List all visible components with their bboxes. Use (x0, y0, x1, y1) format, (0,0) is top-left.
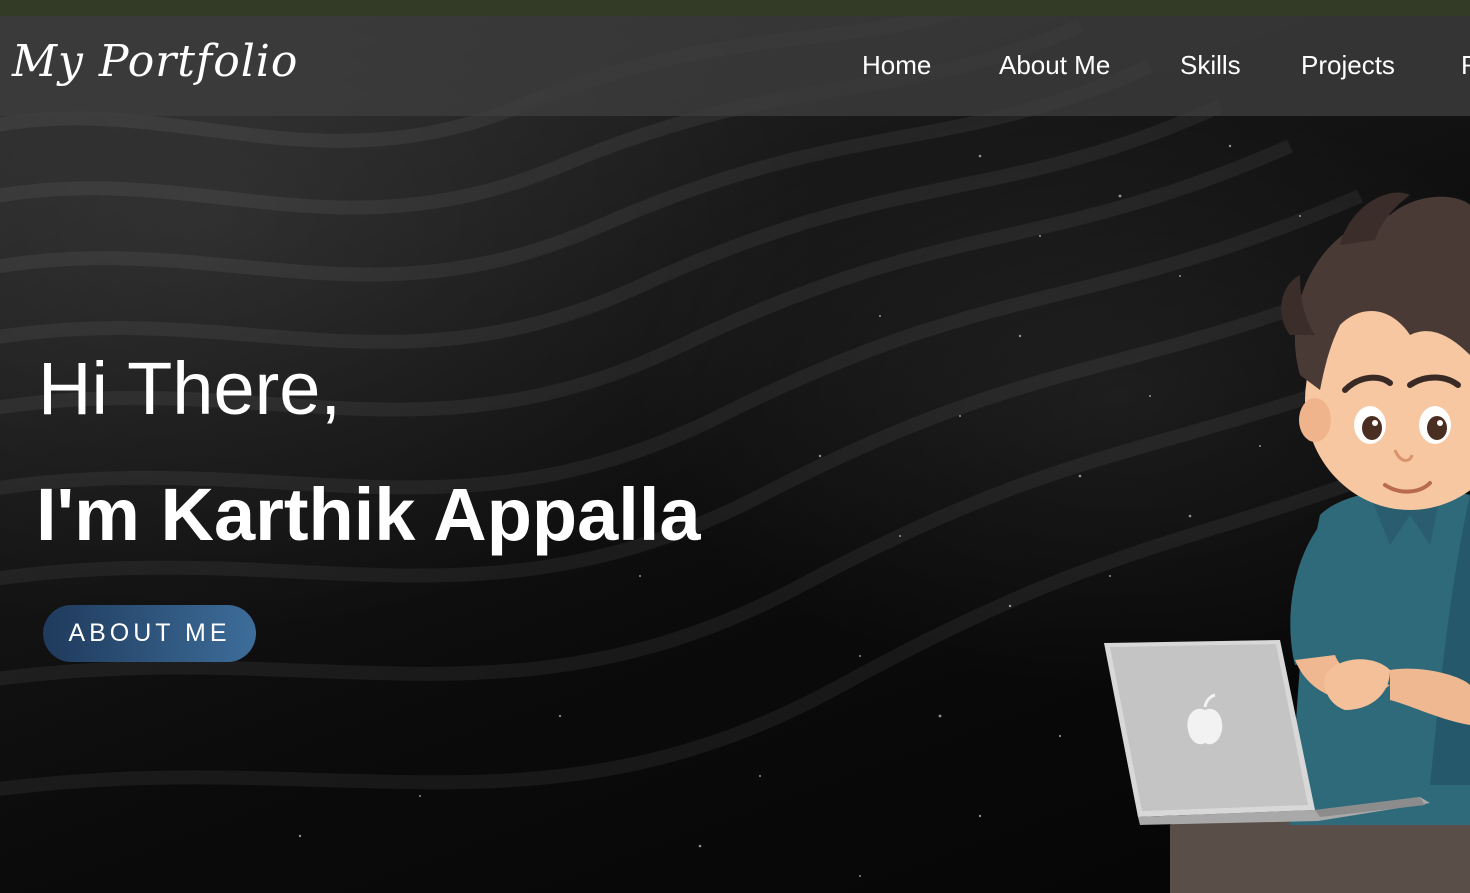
nav-link-about-me[interactable]: About Me (999, 50, 1110, 81)
about-me-button[interactable]: ABOUT ME (43, 605, 256, 662)
nav-link-skills[interactable]: Skills (1180, 50, 1241, 81)
site-logo[interactable]: My Portfolio (12, 36, 298, 87)
nav-link-truncated[interactable]: R (1461, 50, 1470, 81)
nav-link-projects[interactable]: Projects (1301, 50, 1395, 81)
hero-name: I'm Karthik Appalla (36, 473, 701, 556)
hero-greeting: Hi There, (38, 347, 341, 430)
boy-with-laptop-illustration (1104, 192, 1470, 893)
navbar: My Portfolio Home About Me Skills Projec… (0, 16, 1470, 116)
portfolio-page: My Portfolio Home About Me Skills Projec… (0, 0, 1470, 893)
nav-link-home[interactable]: Home (862, 50, 931, 81)
top-strip (0, 0, 1470, 16)
